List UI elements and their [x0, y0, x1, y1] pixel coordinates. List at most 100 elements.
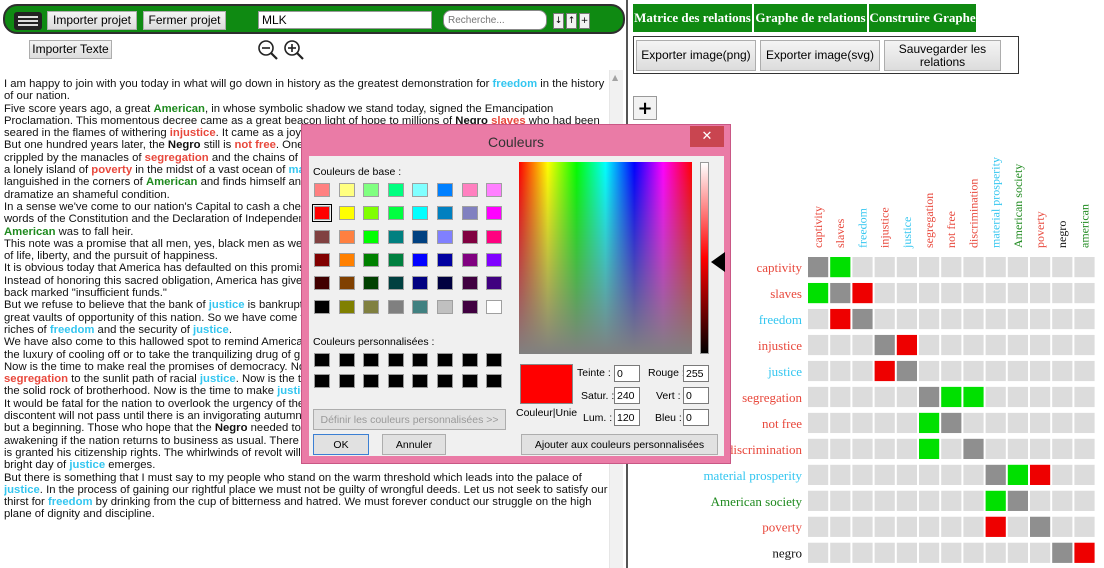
matrix-cell[interactable]: [941, 386, 962, 408]
matrix-cell[interactable]: [1074, 386, 1095, 408]
basic-color-swatch[interactable]: [412, 183, 429, 197]
matrix-cell[interactable]: [1052, 490, 1073, 511]
tab-relation-matrix[interactable]: Matrice des relations: [633, 4, 753, 32]
custom-color-swatch[interactable]: [437, 374, 453, 388]
matrix-cell[interactable]: [963, 257, 984, 278]
basic-color-swatch[interactable]: [387, 299, 404, 314]
matrix-cell[interactable]: [919, 308, 940, 330]
matrix-cell[interactable]: [1007, 490, 1028, 511]
matrix-cell[interactable]: [919, 257, 940, 278]
matrix-cell[interactable]: [919, 516, 940, 537]
custom-color-swatch[interactable]: [437, 353, 453, 367]
matrix-cell[interactable]: [1052, 257, 1073, 278]
basic-color-swatch[interactable]: [387, 183, 404, 197]
matrix-cell[interactable]: [874, 516, 895, 537]
custom-color-swatch[interactable]: [412, 353, 429, 367]
matrix-cell[interactable]: [1030, 360, 1051, 382]
matrix-cell[interactable]: [874, 257, 895, 278]
matrix-cell[interactable]: [1030, 334, 1051, 356]
matrix-cell[interactable]: [808, 360, 829, 382]
green-field[interactable]: [683, 387, 709, 404]
matrix-cell[interactable]: [1007, 282, 1028, 304]
matrix-cell[interactable]: [830, 412, 851, 434]
document-name-input[interactable]: [258, 11, 432, 29]
matrix-cell[interactable]: [852, 516, 873, 537]
custom-color-swatch[interactable]: [486, 374, 503, 388]
matrix-cell[interactable]: [896, 282, 917, 304]
basic-color-swatch[interactable]: [338, 276, 355, 291]
matrix-cell[interactable]: [808, 516, 829, 537]
tab-build-graph[interactable]: Construire Graphe: [869, 4, 977, 32]
basic-color-swatch[interactable]: [486, 276, 503, 291]
luminosity-field[interactable]: [614, 409, 640, 426]
matrix-cell[interactable]: [963, 334, 984, 356]
zoom-out-icon[interactable]: [257, 39, 279, 61]
matrix-cell[interactable]: [808, 438, 829, 460]
search-add-button[interactable]: +: [579, 13, 590, 29]
basic-color-swatch[interactable]: [486, 299, 503, 314]
matrix-cell[interactable]: [896, 516, 917, 537]
matrix-cell[interactable]: [941, 257, 962, 278]
matrix-cell[interactable]: [963, 438, 984, 460]
matrix-cell[interactable]: [874, 308, 895, 330]
matrix-cell[interactable]: [874, 464, 895, 485]
matrix-cell[interactable]: [919, 334, 940, 356]
basic-color-swatch[interactable]: [412, 206, 429, 221]
luminosity-arrow-icon[interactable]: [711, 252, 725, 272]
basic-color-swatch[interactable]: [363, 299, 380, 314]
arrow-down-button[interactable]: ↓: [553, 13, 564, 29]
matrix-cell[interactable]: [919, 282, 940, 304]
matrix-cell[interactable]: [830, 360, 851, 382]
custom-color-swatch[interactable]: [338, 374, 355, 388]
matrix-cell[interactable]: [1030, 464, 1051, 485]
matrix-cell[interactable]: [874, 542, 895, 563]
basic-color-swatch[interactable]: [461, 229, 478, 244]
matrix-cell[interactable]: [1030, 257, 1051, 278]
matrix-cell[interactable]: [1074, 334, 1095, 356]
hue-field[interactable]: [614, 365, 640, 382]
matrix-cell[interactable]: [963, 542, 984, 563]
matrix-cell[interactable]: [1052, 464, 1073, 485]
matrix-cell[interactable]: [1030, 308, 1051, 330]
basic-color-swatch[interactable]: [387, 206, 404, 221]
custom-color-swatch[interactable]: [363, 353, 380, 367]
custom-color-swatch[interactable]: [314, 353, 330, 367]
basic-color-swatch[interactable]: [412, 276, 429, 291]
matrix-cell[interactable]: [963, 516, 984, 537]
matrix-cell[interactable]: [830, 282, 851, 304]
define-custom-colors-button[interactable]: Définir les couleurs personnalisées >>: [313, 409, 506, 430]
matrix-cell[interactable]: [1074, 308, 1095, 330]
matrix-cell[interactable]: [1007, 516, 1028, 537]
matrix-cell[interactable]: [963, 386, 984, 408]
basic-color-swatch[interactable]: [486, 183, 503, 197]
basic-color-swatch[interactable]: [338, 229, 355, 244]
matrix-cell[interactable]: [963, 464, 984, 485]
matrix-cell[interactable]: [874, 360, 895, 382]
matrix-cell[interactable]: [874, 438, 895, 460]
custom-color-swatch[interactable]: [461, 353, 478, 367]
matrix-cell[interactable]: [1074, 490, 1095, 511]
matrix-cell[interactable]: [896, 464, 917, 485]
matrix-cell[interactable]: [1074, 542, 1095, 563]
basic-color-swatch[interactable]: [363, 183, 380, 197]
matrix-cell[interactable]: [1052, 516, 1073, 537]
matrix-cell[interactable]: [985, 257, 1006, 278]
basic-color-swatch[interactable]: [363, 252, 380, 267]
basic-color-swatch[interactable]: [338, 299, 355, 314]
basic-color-swatch[interactable]: [338, 206, 355, 221]
basic-color-swatch[interactable]: [314, 229, 330, 244]
matrix-cell[interactable]: [919, 438, 940, 460]
search-input[interactable]: [443, 10, 547, 30]
matrix-cell[interactable]: [808, 464, 829, 485]
matrix-cell[interactable]: [919, 360, 940, 382]
matrix-cell[interactable]: [830, 308, 851, 330]
matrix-cell[interactable]: [1052, 282, 1073, 304]
matrix-cell[interactable]: [985, 360, 1006, 382]
matrix-cell[interactable]: [941, 360, 962, 382]
save-relations-button[interactable]: Sauvegarder les relations: [884, 40, 1001, 71]
matrix-cell[interactable]: [830, 334, 851, 356]
basic-color-swatch[interactable]: [363, 229, 380, 244]
matrix-cell[interactable]: [1052, 334, 1073, 356]
matrix-cell[interactable]: [941, 282, 962, 304]
basic-color-swatch[interactable]: [486, 252, 503, 267]
